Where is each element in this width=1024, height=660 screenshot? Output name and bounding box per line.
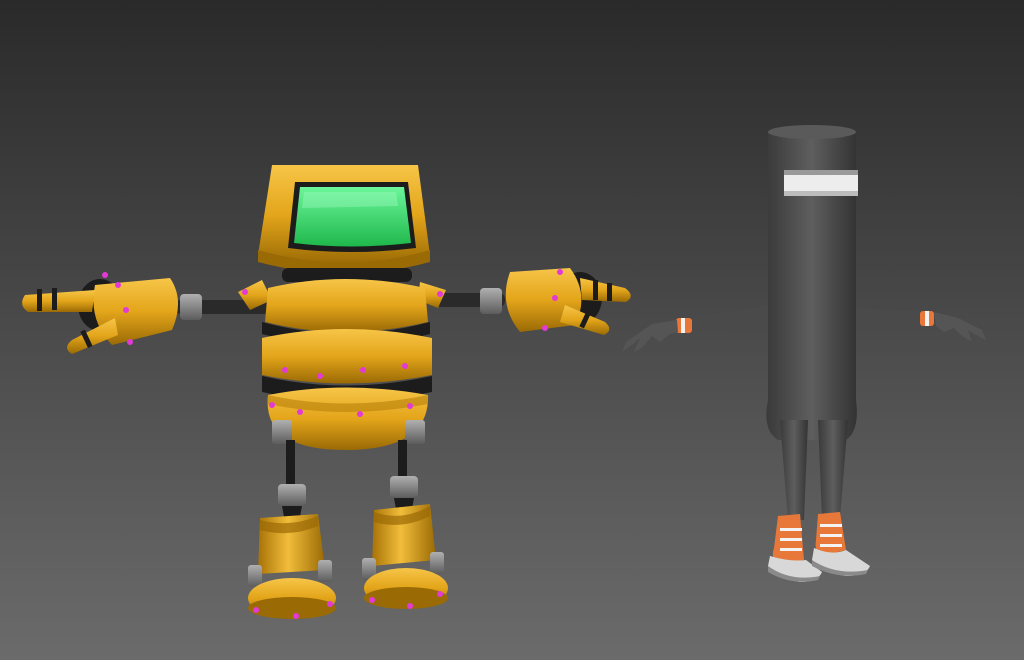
body-top xyxy=(768,125,856,139)
chest-plate xyxy=(265,279,428,332)
3d-viewport[interactable] xyxy=(0,0,1024,660)
left-leg-rod xyxy=(286,440,295,490)
right-knee-joint xyxy=(390,476,418,498)
right-elbow-joint xyxy=(480,288,502,314)
scene-render xyxy=(0,0,1024,660)
left-elbow-joint xyxy=(180,294,202,320)
left-knee-joint xyxy=(278,484,306,506)
robot-head xyxy=(258,165,430,274)
belly-ring xyxy=(262,329,432,384)
